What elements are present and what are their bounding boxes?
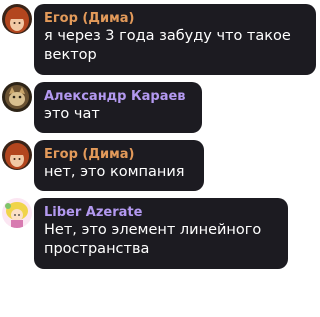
author-name[interactable]: Егор (Дима): [44, 146, 194, 163]
author-name[interactable]: Александр Караев: [44, 88, 192, 105]
message-bubble[interactable]: Александр Караев это чат: [34, 82, 202, 133]
avatar-red-hair-icon[interactable]: [2, 140, 32, 170]
avatar-cat-icon[interactable]: [2, 82, 32, 112]
message-text: это чат: [44, 106, 100, 122]
message-text: нет, это компания: [44, 164, 185, 180]
message-text: я через 3 года забуду что такое вектор: [44, 28, 291, 63]
author-name[interactable]: Liber Azerate: [44, 204, 278, 221]
message-bubble[interactable]: Егор (Дима) нет, это компания: [34, 140, 204, 191]
message-bubble[interactable]: Егор (Дима) я через 3 года забуду что та…: [34, 4, 316, 75]
chat-history: Егор (Дима) я через 3 года забуду что та…: [0, 0, 320, 317]
message-bubble[interactable]: Liber Azerate Нет, это элемент линейного…: [34, 198, 288, 269]
author-name[interactable]: Егор (Дима): [44, 10, 306, 27]
avatar-red-hair-icon[interactable]: [2, 4, 32, 34]
avatar-anime-icon[interactable]: [2, 198, 32, 228]
message-text: Нет, это элемент линейного пространства: [44, 222, 262, 257]
